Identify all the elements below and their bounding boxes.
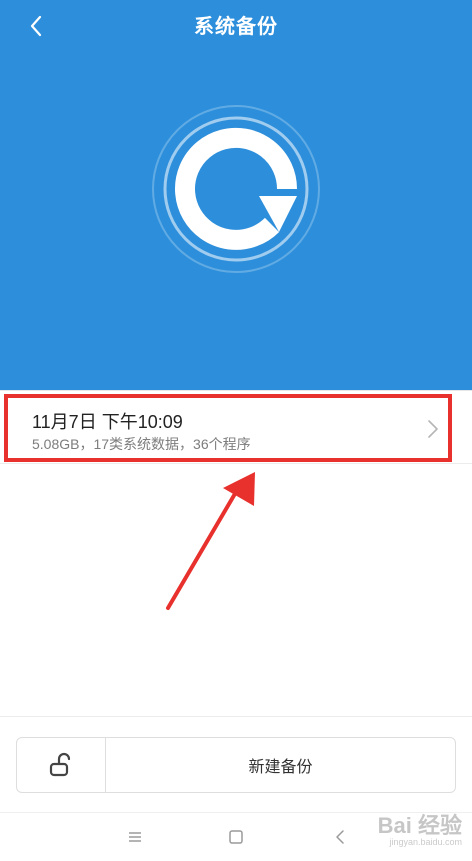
backup-logo-icon bbox=[152, 105, 320, 273]
header-divider bbox=[0, 390, 472, 391]
backup-record-item[interactable]: 11月7日 下午10:09 5.08GB，17类系统数据，36个程序 bbox=[4, 394, 452, 462]
watermark-text: Bai 经验 bbox=[377, 813, 462, 838]
list-divider bbox=[0, 463, 472, 464]
nav-back-button[interactable] bbox=[326, 825, 354, 849]
nav-menu-button[interactable] bbox=[121, 825, 149, 849]
watermark-url: jingyan.baidu.com bbox=[389, 837, 462, 847]
bottom-action-bar: 新建备份 bbox=[16, 737, 456, 793]
page-title: 系统备份 bbox=[194, 16, 278, 38]
home-icon bbox=[229, 830, 243, 844]
menu-icon bbox=[129, 832, 141, 842]
unlock-icon bbox=[49, 752, 71, 777]
nav-home-button[interactable] bbox=[222, 825, 250, 849]
watermark: Bai 经验 jingyan.baidu.com bbox=[378, 808, 462, 847]
bottom-divider bbox=[0, 716, 472, 717]
lock-button[interactable] bbox=[17, 738, 106, 792]
header: 系统备份 bbox=[0, 0, 472, 390]
backup-record-title: 11月7日 下午10:09 bbox=[32, 412, 183, 432]
back-icon bbox=[336, 830, 344, 844]
backup-logo bbox=[151, 104, 321, 274]
chevron-right-icon bbox=[428, 420, 438, 438]
new-backup-button[interactable]: 新建备份 bbox=[106, 738, 455, 792]
backup-record-details: 5.08GB，17类系统数据，36个程序 bbox=[32, 436, 251, 452]
